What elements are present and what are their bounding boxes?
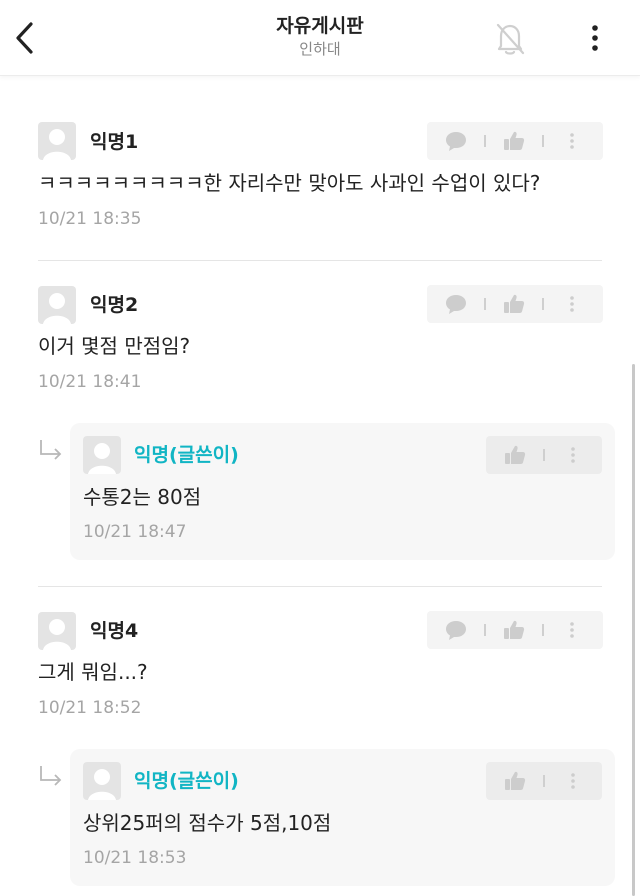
thumbs-up-icon xyxy=(504,620,525,639)
reply-arrow-icon xyxy=(38,764,64,790)
reply-button[interactable] xyxy=(439,611,473,649)
like-button[interactable] xyxy=(497,611,531,649)
divider xyxy=(542,624,544,636)
scrollbar[interactable] xyxy=(632,364,635,896)
options-button[interactable] xyxy=(555,611,589,649)
speech-bubble-icon xyxy=(446,621,466,640)
comment-text: 그게 뭐임...? xyxy=(38,660,148,684)
reply-item: 익명(글쓴이) 상위25퍼의 점수가 5점,10점 10/21 18:53 xyxy=(70,749,615,886)
kebab-icon xyxy=(571,773,575,789)
like-button[interactable] xyxy=(498,762,532,800)
reply-author: 익명(글쓴이) xyxy=(134,770,239,792)
kebab-icon xyxy=(570,622,574,638)
divider xyxy=(543,775,545,787)
divider xyxy=(484,624,486,636)
comment-actions xyxy=(427,611,603,649)
reply-actions xyxy=(486,762,602,800)
reply-text: 상위25퍼의 점수가 5점,10점 xyxy=(83,811,332,835)
comment-author: 익명4 xyxy=(90,620,139,642)
thumbs-up-icon xyxy=(505,771,526,790)
avatar xyxy=(38,612,76,650)
reply-time: 10/21 18:53 xyxy=(83,848,187,868)
avatar xyxy=(83,762,121,800)
options-button[interactable] xyxy=(556,762,590,800)
comment-time: 10/21 18:52 xyxy=(38,698,142,718)
comment-item: 익명4 그게 뭐임...? 10/21 18:52 익명(글쓴이) 상위25퍼의… xyxy=(0,0,640,896)
